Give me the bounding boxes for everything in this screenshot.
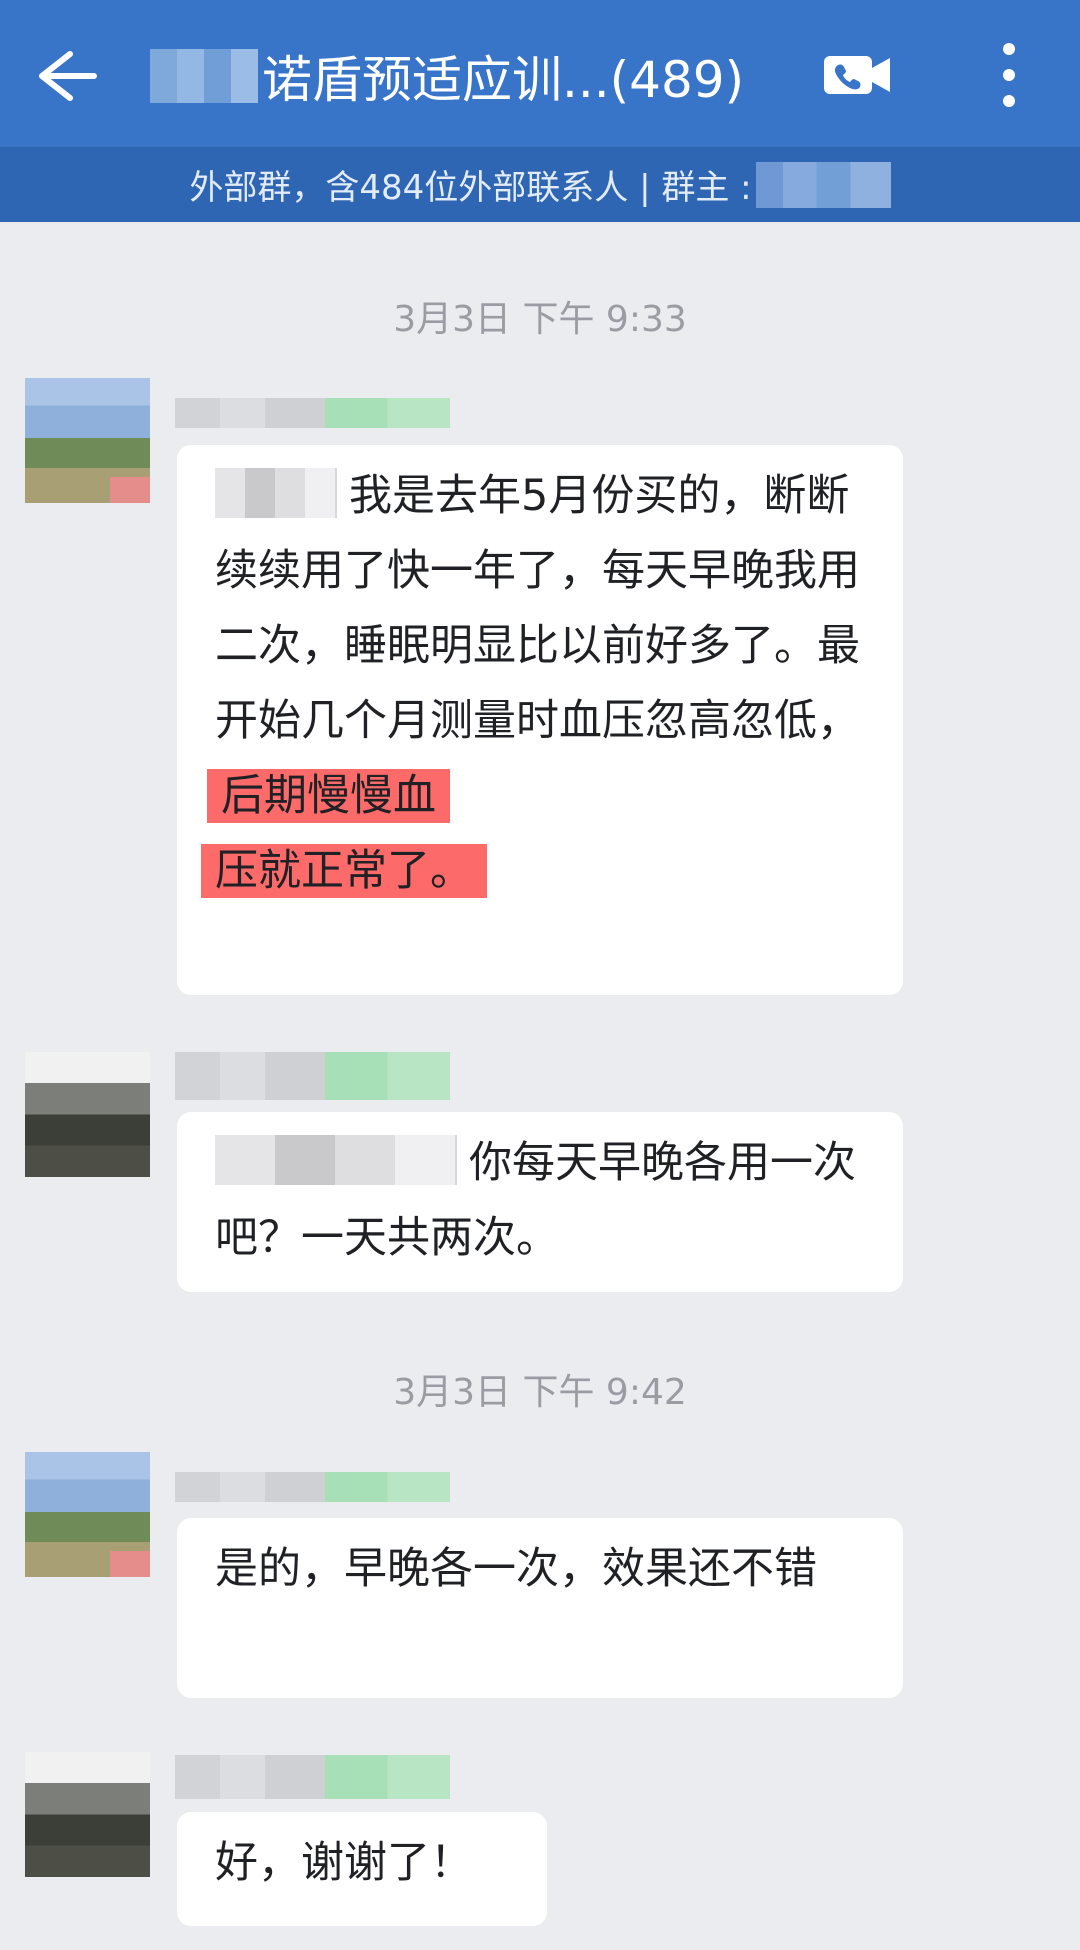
- avatar[interactable]: [25, 1452, 150, 1577]
- blurred-owner-name: [755, 161, 891, 208]
- timestamp: 3月3日 下午 9:33: [393, 299, 687, 340]
- sender-name-blurred: [175, 398, 450, 428]
- group-info-bar[interactable]: 外部群，含484位外部联系人 | 群主 :: [0, 147, 1080, 222]
- avatar[interactable]: [25, 378, 150, 503]
- message-bubble[interactable]: 好，谢谢了！: [177, 1812, 547, 1926]
- sender-name-blurred: [175, 1052, 450, 1100]
- group-info-text: 外部群，含484位外部联系人 | 群主 :: [189, 168, 752, 208]
- highlighted-text: 后期慢慢血: [207, 769, 450, 823]
- highlighted-text: 压就正常了。: [201, 844, 487, 898]
- chat-header: 诺盾预适应训...(489): [0, 0, 1080, 147]
- message-bubble[interactable]: 你每天早晚各用一次吧？一天共两次。: [177, 1112, 903, 1292]
- more-vertical-icon[interactable]: [992, 40, 1026, 110]
- mention-blurred: [215, 1135, 457, 1185]
- message-bubble[interactable]: 是的，早晚各一次，效果还不错: [177, 1518, 903, 1698]
- message-text: 好，谢谢了！: [215, 1838, 473, 1888]
- sender-name-blurred: [175, 1472, 450, 1502]
- mention-blurred: [215, 468, 337, 518]
- timestamp: 3月3日 下午 9:42: [393, 1372, 687, 1413]
- avatar[interactable]: [25, 1052, 150, 1177]
- message-bubble[interactable]: 我是去年5月份买的，断断续续用了快一年了，每天早晚我用二次，睡眠明显比以前好多了…: [177, 445, 903, 995]
- chat-title: 诺盾预适应训...(489): [150, 36, 744, 116]
- sender-name-blurred: [175, 1755, 450, 1799]
- blurred-group-name: [150, 49, 258, 103]
- avatar[interactable]: [25, 1752, 150, 1877]
- video-call-icon[interactable]: [822, 48, 894, 102]
- message-text: 是的，早晚各一次，效果还不错: [215, 1544, 817, 1594]
- chat-title-text: 诺盾预适应训...(489): [262, 51, 745, 109]
- back-arrow-icon[interactable]: [30, 44, 100, 108]
